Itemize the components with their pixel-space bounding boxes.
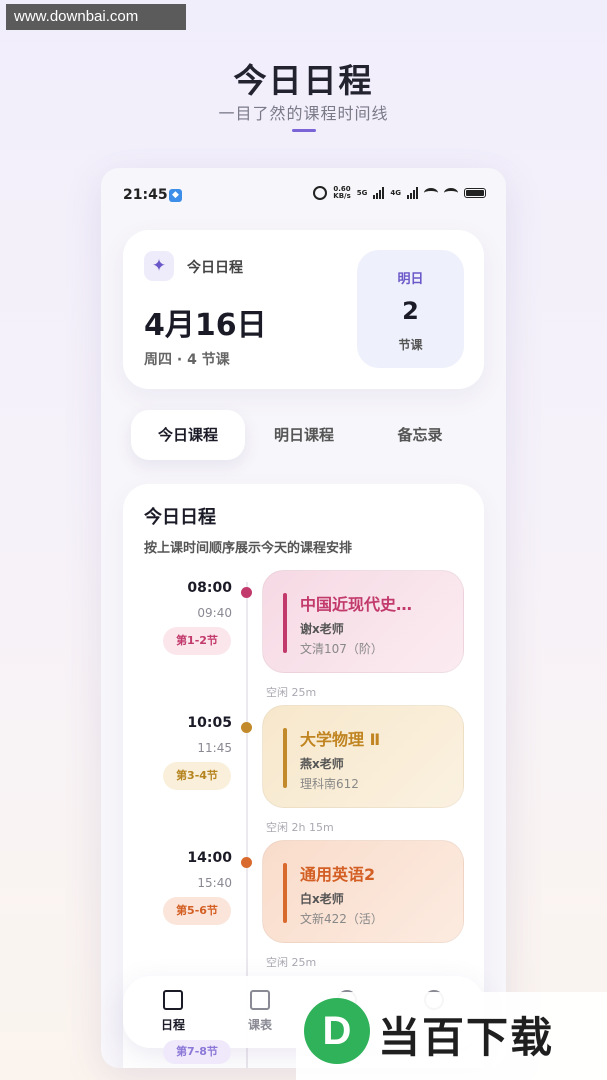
timeline-slot: 08:00 09:40 第1-2节 中国近现代史… 谢x老师 文清107（阶） … xyxy=(123,570,484,715)
alarm-icon xyxy=(313,186,328,200)
watermark-text: www.downbai.com xyxy=(6,4,186,30)
summary-label: 今日日程 xyxy=(187,260,243,276)
course-accent-bar xyxy=(283,863,287,923)
logo-letter: D xyxy=(304,998,370,1064)
page-subtitle: 一目了然的课程时间线 xyxy=(218,104,389,123)
course-accent-bar xyxy=(283,728,287,788)
tomorrow-count: 2 xyxy=(402,297,419,325)
course-card[interactable]: 大学物理 Ⅱ 燕x老师 理科南612 xyxy=(262,705,464,808)
tab-tomorrow-courses[interactable]: 明日课程 xyxy=(247,410,361,460)
battery-icon xyxy=(464,188,486,198)
wifi-icon xyxy=(424,188,438,198)
timeline-dot xyxy=(241,857,252,868)
tomorrow-label: 明日 xyxy=(397,272,424,287)
slot-end-time: 15:40 xyxy=(197,876,232,890)
slot-start-time: 10:05 xyxy=(187,715,232,731)
course-teacher: 燕x老师 xyxy=(300,757,344,771)
summary-meta: 周四 · 4 节课 xyxy=(144,352,230,368)
nav-schedule[interactable]: 日程 xyxy=(143,990,203,1033)
free-gap-label: 空闲 25m xyxy=(266,956,317,969)
course-room: 文新422（活） xyxy=(300,912,383,926)
phone-screen: 21:45 ◆ 0.60 KB/s 5G 4G ✦ 今日日程 4月16日 周四 ·… xyxy=(101,168,506,1068)
course-name: 中国近现代史… xyxy=(300,595,413,614)
logo-text: 当百下载 xyxy=(378,1013,555,1062)
network-4g-label: 4G xyxy=(390,189,401,197)
period-badge: 第1-2节 xyxy=(163,627,231,655)
period-badge: 第3-4节 xyxy=(163,762,231,790)
course-name: 大学物理 Ⅱ xyxy=(300,730,381,749)
wifi-icon xyxy=(444,188,458,198)
timeline-dot xyxy=(241,587,252,598)
page-title: 今日日程 xyxy=(233,61,374,100)
tomorrow-unit: 节课 xyxy=(398,338,423,352)
tab-memo[interactable]: 备忘录 xyxy=(363,410,477,460)
free-gap-label: 空闲 25m xyxy=(266,686,317,699)
schedule-title: 今日日程 xyxy=(144,507,216,528)
calendar-icon xyxy=(163,990,183,1010)
site-logo-watermark: D 当百下载 xyxy=(296,992,607,1080)
timeline-dot xyxy=(241,722,252,733)
tab-today-courses[interactable]: 今日课程 xyxy=(131,410,245,460)
network-speed: 0.60 KB/s xyxy=(333,185,351,200)
title-underline xyxy=(292,129,316,132)
sparkle-icon: ✦ xyxy=(144,251,174,281)
course-room: 理科南612 xyxy=(300,777,359,791)
tab-bar: 今日课程 明日课程 备忘录 xyxy=(129,410,479,462)
slot-start-time: 14:00 xyxy=(187,850,232,866)
course-teacher: 谢x老师 xyxy=(300,622,344,636)
course-card[interactable]: 中国近现代史… 谢x老师 文清107（阶） xyxy=(262,570,464,673)
course-room: 文清107（阶） xyxy=(300,642,383,656)
status-bar: 21:45 ◆ 0.60 KB/s 5G 4G xyxy=(101,168,506,224)
tomorrow-card[interactable]: 明日 2 节课 xyxy=(357,250,464,368)
signal-icon xyxy=(373,187,385,199)
period-badge: 第5-6节 xyxy=(163,897,231,925)
status-time: 21:45 xyxy=(123,187,168,203)
slot-start-time: 08:00 xyxy=(187,580,232,596)
slot-end-time: 11:45 xyxy=(197,741,232,755)
course-card[interactable]: 通用英语2 白x老师 文新422（活） xyxy=(262,840,464,943)
timeline-slot: 10:05 11:45 第3-4节 大学物理 Ⅱ 燕x老师 理科南612 空闲 … xyxy=(123,705,484,850)
nav-label: 课表 xyxy=(247,1018,272,1032)
course-name: 通用英语2 xyxy=(300,865,376,884)
nav-label: 日程 xyxy=(160,1018,185,1032)
network-5g-label: 5G xyxy=(356,189,368,197)
timeline-slot: 14:00 15:40 第5-6节 通用英语2 白x老师 文新422（活） 空闲… xyxy=(123,840,484,985)
shield-icon: ◆ xyxy=(169,189,182,202)
course-teacher: 白x老师 xyxy=(300,892,344,906)
period-badge: 第7-8节 xyxy=(163,1040,231,1064)
schedule-description: 按上课时间顺序展示今天的课程安排 xyxy=(144,541,353,556)
summary-date: 4月16日 xyxy=(144,308,267,343)
summary-card: ✦ 今日日程 4月16日 周四 · 4 节课 明日 2 节课 xyxy=(123,230,484,389)
book-icon xyxy=(250,990,270,1010)
free-gap-label: 空闲 2h 15m xyxy=(266,821,334,834)
nav-timetable[interactable]: 课表 xyxy=(230,990,290,1033)
course-accent-bar xyxy=(283,593,287,653)
signal-icon xyxy=(407,187,418,199)
slot-end-time: 09:40 xyxy=(197,606,232,620)
